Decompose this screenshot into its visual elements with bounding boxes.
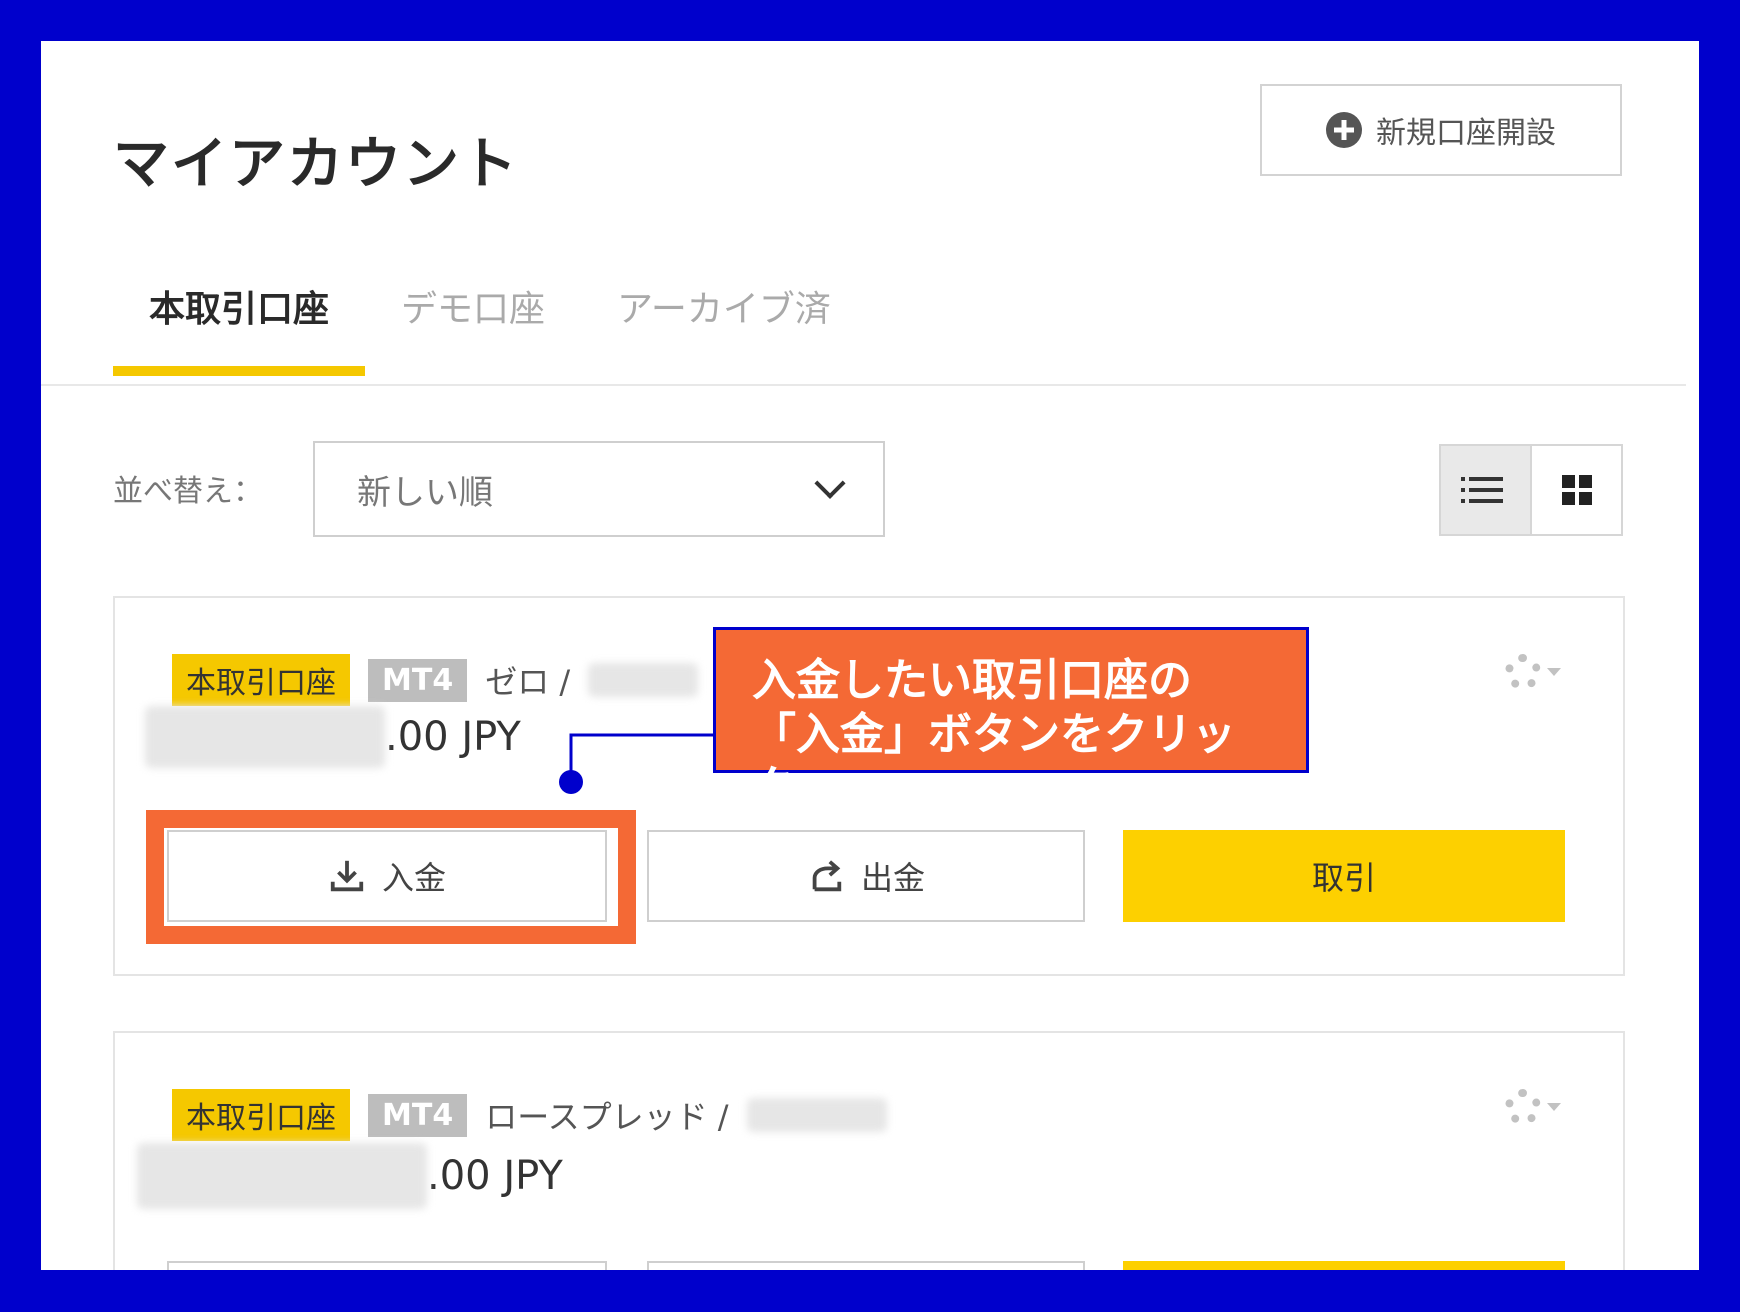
trade-button[interactable]: 取引 bbox=[1123, 830, 1565, 922]
sort-select[interactable]: 新しい順 bbox=[313, 441, 885, 537]
list-view-button[interactable] bbox=[1441, 446, 1532, 534]
gear-icon bbox=[1505, 654, 1541, 690]
redacted-balance bbox=[145, 706, 385, 768]
account-card: 本取引口座 MT4 ロースプレッド / .00 JPY bbox=[113, 1031, 1625, 1270]
tab-real-accounts[interactable]: 本取引口座 bbox=[113, 266, 366, 376]
chevron-down-icon bbox=[814, 467, 846, 499]
account-badges: 本取引口座 MT4 ロースプレッド / bbox=[172, 1089, 887, 1141]
withdraw-button[interactable] bbox=[647, 1261, 1085, 1270]
tab-label: 本取引口座 bbox=[149, 289, 330, 330]
balance-suffix: .00 JPY bbox=[385, 714, 521, 760]
deposit-button[interactable] bbox=[167, 1261, 607, 1270]
sort-selected-value: 新しい順 bbox=[357, 472, 493, 513]
caret-down-icon bbox=[1547, 668, 1561, 676]
account-type: ゼロ / bbox=[485, 663, 571, 701]
grid-view-button[interactable] bbox=[1532, 446, 1621, 534]
upload-icon bbox=[812, 860, 842, 892]
account-tabs: 本取引口座 デモ口座 アーカイブ済 bbox=[113, 266, 867, 386]
account-settings-menu[interactable] bbox=[1505, 654, 1561, 690]
view-toggle bbox=[1439, 444, 1623, 536]
instruction-callout: 入金したい取引口座の 「入金」ボタンをクリック bbox=[713, 627, 1309, 813]
redacted-balance bbox=[137, 1143, 427, 1209]
balance-row: .00 JPY bbox=[145, 706, 521, 768]
callout-line-2: 「入金」ボタンをクリック bbox=[752, 708, 1236, 814]
callout-line-1: 入金したい取引口座の bbox=[752, 655, 1192, 706]
account-kind-badge: 本取引口座 bbox=[172, 1089, 350, 1141]
balance-suffix: .00 JPY bbox=[427, 1153, 563, 1199]
withdraw-label: 出金 bbox=[860, 859, 925, 897]
tab-archived[interactable]: アーカイブ済 bbox=[581, 266, 867, 376]
balance-row: .00 JPY bbox=[137, 1143, 563, 1209]
deposit-button[interactable]: 入金 bbox=[167, 830, 607, 922]
platform-badge: MT4 bbox=[368, 658, 468, 702]
new-account-label: 新規口座開設 bbox=[1376, 116, 1556, 151]
account-type: ロースプレッド / bbox=[485, 1098, 729, 1136]
account-settings-menu[interactable] bbox=[1505, 1089, 1561, 1125]
trade-button[interactable] bbox=[1123, 1261, 1565, 1270]
account-kind-badge: 本取引口座 bbox=[172, 654, 350, 706]
account-panel: マイアカウント 新規口座開設 本取引口座 デモ口座 アーカイブ済 並べ替え： 新… bbox=[41, 41, 1699, 1270]
trade-label: 取引 bbox=[1311, 859, 1376, 897]
redacted-account-number bbox=[746, 1098, 887, 1132]
caret-down-icon bbox=[1547, 1103, 1561, 1111]
tab-label: デモ口座 bbox=[401, 289, 546, 330]
gear-icon bbox=[1505, 1089, 1541, 1125]
new-account-button[interactable]: 新規口座開設 bbox=[1260, 84, 1622, 176]
account-badges: 本取引口座 MT4 ゼロ / bbox=[172, 654, 699, 706]
deposit-label: 入金 bbox=[381, 859, 446, 897]
tab-demo-accounts[interactable]: デモ口座 bbox=[365, 266, 581, 376]
tab-label: アーカイブ済 bbox=[617, 289, 831, 330]
withdraw-button[interactable]: 出金 bbox=[647, 830, 1085, 922]
page-title: マイアカウント bbox=[113, 132, 519, 197]
list-icon bbox=[1460, 477, 1503, 503]
plus-circle-icon bbox=[1326, 112, 1362, 148]
platform-badge: MT4 bbox=[368, 1093, 468, 1137]
tab-divider bbox=[41, 384, 1686, 386]
redacted-account-number bbox=[588, 663, 699, 697]
grid-icon bbox=[1561, 475, 1592, 505]
sort-label: 並べ替え： bbox=[113, 474, 263, 509]
download-icon bbox=[330, 860, 364, 892]
